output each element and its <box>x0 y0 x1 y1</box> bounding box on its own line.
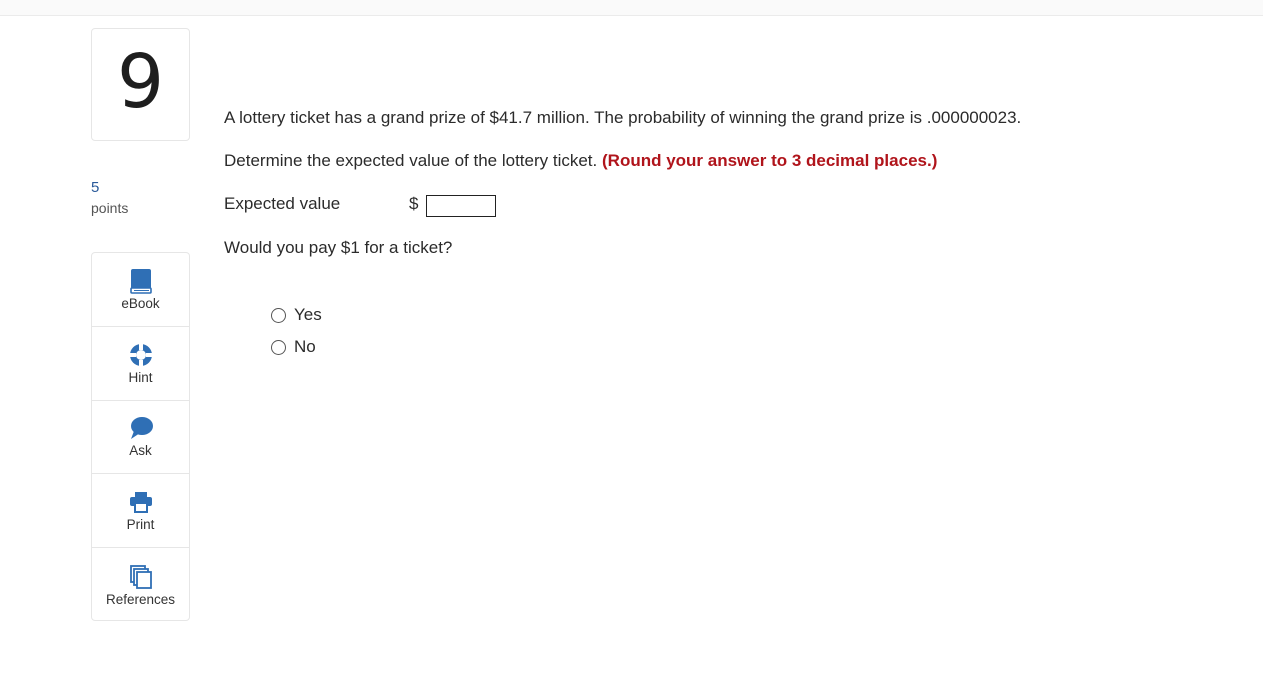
ask-button[interactable]: Ask <box>92 401 189 475</box>
instruction-text: Determine the expected value of the lott… <box>224 151 598 170</box>
top-bar <box>0 0 1263 16</box>
instruction-emphasis: (Round your answer to 3 decimal places.) <box>602 151 938 170</box>
references-label: References <box>105 591 176 607</box>
references-button[interactable]: References <box>92 548 189 622</box>
print-button[interactable]: Print <box>92 474 189 549</box>
radio-yes[interactable] <box>271 307 286 323</box>
documents-icon <box>128 564 154 590</box>
hint-button[interactable]: Hint <box>92 327 189 401</box>
question-prompt: A lottery ticket has a grand prize of $4… <box>224 108 1022 127</box>
radio-no[interactable] <box>271 339 286 355</box>
option-yes[interactable]: Yes <box>271 299 322 331</box>
question-instruction: Determine the expected value of the lott… <box>224 151 937 171</box>
option-no-label: No <box>294 337 316 356</box>
currency-symbol: $ <box>409 194 419 213</box>
print-label: Print <box>126 517 155 533</box>
expected-value-input[interactable] <box>426 195 496 217</box>
lifebuoy-icon <box>128 342 154 368</box>
question-number: 9 <box>91 28 190 141</box>
answer-options: Yes No <box>271 299 322 363</box>
book-icon <box>128 268 154 294</box>
ebook-button[interactable]: eBook <box>92 253 189 327</box>
points-block: 5 points <box>91 177 171 219</box>
followup-question: Would you pay $1 for a ticket? <box>224 238 453 257</box>
hint-label: Hint <box>128 369 153 385</box>
ebook-label: eBook <box>121 295 160 311</box>
speech-bubble-icon <box>128 415 154 441</box>
option-no[interactable]: No <box>271 331 322 363</box>
points-label: points <box>91 200 129 216</box>
expected-value-label: Expected value <box>224 194 341 213</box>
ask-label: Ask <box>129 443 152 459</box>
printer-icon <box>128 489 154 515</box>
points-value: 5 <box>91 179 100 196</box>
option-yes-label: Yes <box>294 305 322 324</box>
tools-panel: eBook Hint Ask Print References <box>91 252 190 621</box>
